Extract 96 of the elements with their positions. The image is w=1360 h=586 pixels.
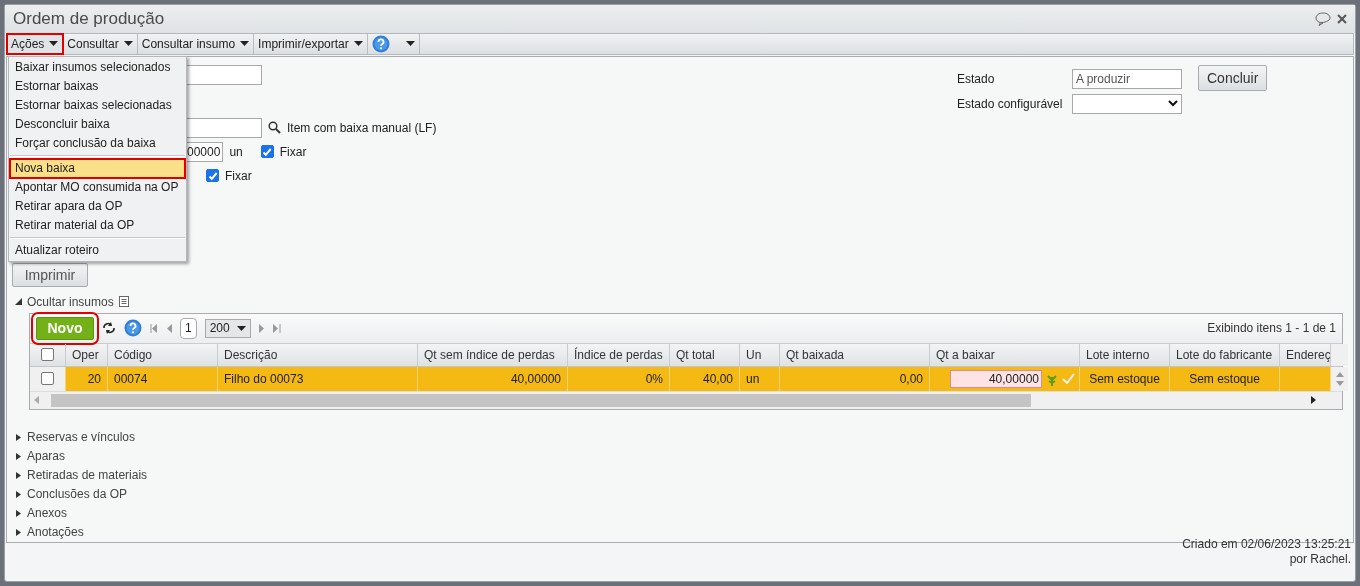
list-icon[interactable] xyxy=(118,296,129,307)
column-header[interactable]: Oper xyxy=(66,343,108,366)
footer-text: Criado em 02/06/2023 13:25:21 xyxy=(1182,537,1351,552)
caret-icon xyxy=(240,41,250,46)
first-page-icon[interactable] xyxy=(150,323,158,333)
column-header[interactable]: Qt baixada xyxy=(780,343,930,366)
scroll-down-icon[interactable] xyxy=(1335,380,1344,386)
expand-icon[interactable] xyxy=(15,528,22,536)
scrollbar-thumb[interactable] xyxy=(51,393,1031,407)
scroll-right-icon[interactable] xyxy=(1311,396,1316,404)
section-toggle[interactable]: Anexos xyxy=(27,506,68,520)
conclude-button[interactable]: Concluir xyxy=(1198,64,1268,91)
table-cell: 20 xyxy=(66,366,108,391)
checkbox[interactable] xyxy=(206,169,219,182)
field-label: Item com baixa manual (LF) xyxy=(287,120,437,135)
checkbox-label: Fixar xyxy=(279,144,307,159)
caret-icon xyxy=(236,325,246,331)
field-label: Estado xyxy=(957,71,996,86)
table-cell: 40,00 xyxy=(670,366,740,391)
menu-item[interactable]: Apontar MO consumida na OP xyxy=(10,177,185,197)
column-header[interactable]: Índice de perdas xyxy=(568,343,670,366)
menu-item[interactable]: Estornar baixas selecionadas xyxy=(10,95,185,115)
next-page-icon[interactable] xyxy=(258,323,265,333)
search-icon[interactable] xyxy=(268,121,281,134)
table-cell: 0% xyxy=(568,366,670,391)
unit-label: un xyxy=(229,144,243,159)
menu-item[interactable]: Estornar baixas xyxy=(10,76,185,96)
section-toggle[interactable]: Retiradas de materiais xyxy=(27,468,148,482)
text-field[interactable] xyxy=(184,64,262,85)
menu-button[interactable]: Consultar insumo xyxy=(137,33,255,54)
footer-text: por Rachel. xyxy=(1289,552,1351,567)
last-page-icon[interactable] xyxy=(272,323,281,333)
table-cell: un xyxy=(740,366,780,391)
checkbox-label: Fixar xyxy=(225,168,252,183)
text-field[interactable] xyxy=(184,117,262,138)
menu-button[interactable]: Imprimir/exportar xyxy=(254,33,368,54)
menu-item[interactable]: Retirar material da OP xyxy=(10,215,185,235)
checkbox[interactable] xyxy=(41,372,54,385)
table-cell: Sem estoque xyxy=(1080,366,1170,391)
page-size-dropdown[interactable]: 200 xyxy=(204,318,251,338)
state-field[interactable]: A produzir xyxy=(1072,68,1182,89)
field-label: Estado configurável xyxy=(957,96,1064,111)
menu-item[interactable]: Atualizar roteiro xyxy=(10,240,185,260)
paging-summary: Exibindo itens 1 - 1 de 1 xyxy=(1207,321,1337,335)
column-header[interactable]: Qt sem índice de perdas xyxy=(418,343,568,366)
table-cell: Sem estoque xyxy=(1170,366,1280,391)
close-icon[interactable] xyxy=(1337,13,1347,24)
section-toggle[interactable]: Conclusões da OP xyxy=(27,487,128,501)
menu-item[interactable]: Forçar conclusão da baixa xyxy=(10,133,185,153)
table-cell: 00074 xyxy=(108,366,218,391)
menu-item[interactable]: Desconcluir baixa xyxy=(10,114,185,134)
column-header[interactable]: Un xyxy=(740,343,780,366)
previous-page-icon[interactable] xyxy=(166,323,172,333)
section-toggle[interactable]: Anotações xyxy=(27,525,84,539)
checkbox[interactable] xyxy=(260,145,274,158)
menu-item[interactable]: Retirar apara da OP xyxy=(10,196,185,216)
table-cell: Filho do 00073 xyxy=(218,366,418,391)
table-cell: 0,00 xyxy=(780,366,930,391)
section-toggle[interactable]: Ocultar insumos xyxy=(27,294,114,309)
caret-icon xyxy=(353,41,363,46)
expand-icon[interactable] xyxy=(15,452,22,460)
chevron-down-icon[interactable] xyxy=(1168,100,1178,107)
window-title: Ordem de produção xyxy=(13,8,165,29)
help-icon[interactable] xyxy=(371,34,390,53)
collapse-icon[interactable] xyxy=(15,298,22,305)
column-header[interactable]: Lote do fabricante xyxy=(1170,343,1280,366)
section-toggle[interactable]: Aparas xyxy=(27,449,66,463)
caret-icon xyxy=(49,41,59,46)
help-icon[interactable] xyxy=(124,319,142,337)
page-field[interactable]: 1 xyxy=(180,317,197,339)
caret-icon xyxy=(405,41,415,46)
scroll-up-icon[interactable] xyxy=(1335,371,1344,377)
caret-icon xyxy=(123,41,133,46)
table-cell xyxy=(1280,366,1331,391)
menu-button[interactable]: Consultar xyxy=(63,33,138,54)
column-header[interactable]: Qt a baixar xyxy=(930,343,1080,366)
expand-icon[interactable] xyxy=(15,433,22,441)
comment-icon[interactable] xyxy=(1315,11,1331,26)
expand-icon[interactable] xyxy=(15,490,22,498)
print-button[interactable]: Imprimir xyxy=(12,262,88,287)
menu-button[interactable]: Ações xyxy=(7,33,64,54)
menu-item[interactable]: Nova baixa xyxy=(10,158,185,178)
expand-icon[interactable] xyxy=(15,471,22,479)
checkbox[interactable] xyxy=(41,348,54,361)
quantity-field[interactable]: 40,00000 xyxy=(950,369,1042,388)
expand-icon[interactable] xyxy=(15,509,22,517)
menu-item[interactable]: Baixar insumos selecionados xyxy=(10,57,185,77)
column-header[interactable]: Qt total xyxy=(670,343,740,366)
section-toggle[interactable]: Reservas e vínculos xyxy=(27,430,136,444)
column-header[interactable]: Descrição xyxy=(218,343,418,366)
column-header[interactable]: Lote interno xyxy=(1080,343,1170,366)
quantity-field[interactable]: 00000 xyxy=(184,141,224,162)
refresh-icon[interactable] xyxy=(102,322,116,334)
column-header[interactable]: Código xyxy=(108,343,218,366)
check-icon[interactable] xyxy=(1062,373,1075,384)
table-cell: 40,00000 xyxy=(418,366,568,391)
